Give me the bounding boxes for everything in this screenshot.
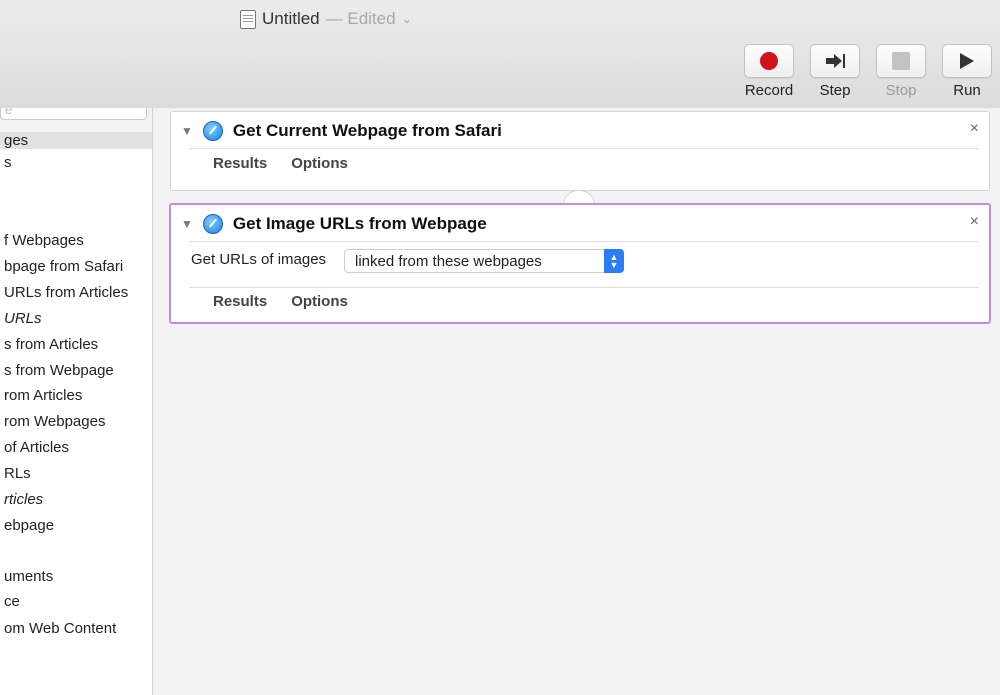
- divider: [189, 241, 979, 242]
- divider: [189, 148, 979, 149]
- action-header: ▼ Get Image URLs from Webpage: [181, 213, 487, 235]
- step-label: Step: [819, 82, 851, 99]
- divider: [189, 287, 979, 288]
- play-icon: [960, 53, 974, 69]
- run-tool[interactable]: Run: [942, 44, 992, 99]
- toolbar: Record Step Stop Run: [744, 44, 992, 99]
- action-tabs: Results Options: [213, 293, 348, 310]
- workflow-area[interactable]: ▼ Get Current Webpage from Safari × Resu…: [153, 108, 1000, 695]
- disclosure-triangle-icon[interactable]: ▼: [181, 124, 193, 138]
- document-icon: [240, 9, 256, 29]
- action-title: Get Image URLs from Webpage: [232, 214, 487, 233]
- stop-tool[interactable]: Stop: [876, 44, 926, 99]
- action-tabs: Results Options: [213, 155, 348, 172]
- list-item[interactable]: of Articles: [4, 439, 69, 456]
- list-item[interactable]: om Web Content: [4, 620, 116, 637]
- record-label: Record: [744, 82, 794, 99]
- select-arrows-icon[interactable]: ▲ ▼: [604, 249, 624, 273]
- list-item[interactable]: ges: [0, 132, 152, 149]
- action-title: Get Current Webpage from Safari: [232, 121, 502, 140]
- list-item[interactable]: rticles: [4, 491, 43, 508]
- stop-button[interactable]: [876, 44, 926, 78]
- record-icon: [760, 52, 778, 70]
- action-header: ▼ Get Current Webpage from Safari: [181, 120, 502, 142]
- record-button[interactable]: [744, 44, 794, 78]
- step-tool[interactable]: Step: [810, 44, 860, 99]
- close-icon[interactable]: ×: [970, 213, 979, 231]
- chevron-down-icon[interactable]: ⌄: [402, 12, 412, 26]
- results-tab[interactable]: Results: [213, 155, 267, 172]
- step-icon: [826, 54, 845, 68]
- run-label: Run: [953, 82, 981, 99]
- list-item[interactable]: RLs: [4, 465, 31, 482]
- list-item[interactable]: rom Articles: [4, 387, 82, 404]
- list-item[interactable]: URLs: [4, 310, 42, 327]
- actions-sidebar: e ges s f Webpages bpage from Safari URL…: [0, 108, 153, 695]
- stop-label: Stop: [885, 82, 917, 99]
- list-item[interactable]: f Webpages: [4, 232, 84, 249]
- list-item[interactable]: ce: [4, 593, 20, 610]
- list-item[interactable]: s from Articles: [4, 336, 98, 353]
- window-title: Untitled — Edited ⌄: [240, 7, 412, 31]
- select-value: linked from these webpages: [355, 253, 542, 270]
- list-item[interactable]: rom Webpages: [4, 413, 105, 430]
- list-item[interactable]: ebpage: [4, 517, 54, 534]
- action-get-current-webpage[interactable]: ▼ Get Current Webpage from Safari × Resu…: [170, 111, 990, 191]
- action-get-image-urls[interactable]: ▼ Get Image URLs from Webpage × Get URLs…: [169, 203, 991, 324]
- list-item[interactable]: uments: [4, 568, 53, 585]
- record-tool[interactable]: Record: [744, 44, 794, 99]
- close-icon[interactable]: ×: [970, 120, 979, 138]
- stop-icon: [892, 52, 910, 70]
- run-button[interactable]: [942, 44, 992, 78]
- step-button[interactable]: [810, 44, 860, 78]
- param-label: Get URLs of images: [191, 251, 327, 268]
- search-input[interactable]: e: [0, 108, 147, 120]
- window-titlebar: Untitled — Edited ⌄ Record Step Stop Run: [0, 0, 1000, 109]
- disclosure-triangle-icon[interactable]: ▼: [181, 217, 193, 231]
- safari-icon: [202, 214, 223, 234]
- options-tab[interactable]: Options: [291, 155, 348, 172]
- results-tab[interactable]: Results: [213, 293, 267, 310]
- document-name: Untitled: [262, 9, 320, 28]
- list-item[interactable]: URLs from Articles: [4, 284, 128, 301]
- list-item[interactable]: s from Webpage: [4, 362, 114, 379]
- list-item[interactable]: bpage from Safari: [4, 258, 123, 275]
- image-source-select[interactable]: linked from these webpages ▲ ▼: [344, 249, 624, 273]
- list-item[interactable]: s: [4, 154, 12, 171]
- safari-icon: [202, 121, 223, 141]
- edited-status[interactable]: — Edited: [326, 9, 396, 29]
- options-tab[interactable]: Options: [291, 293, 348, 310]
- search-bar: e: [0, 108, 152, 135]
